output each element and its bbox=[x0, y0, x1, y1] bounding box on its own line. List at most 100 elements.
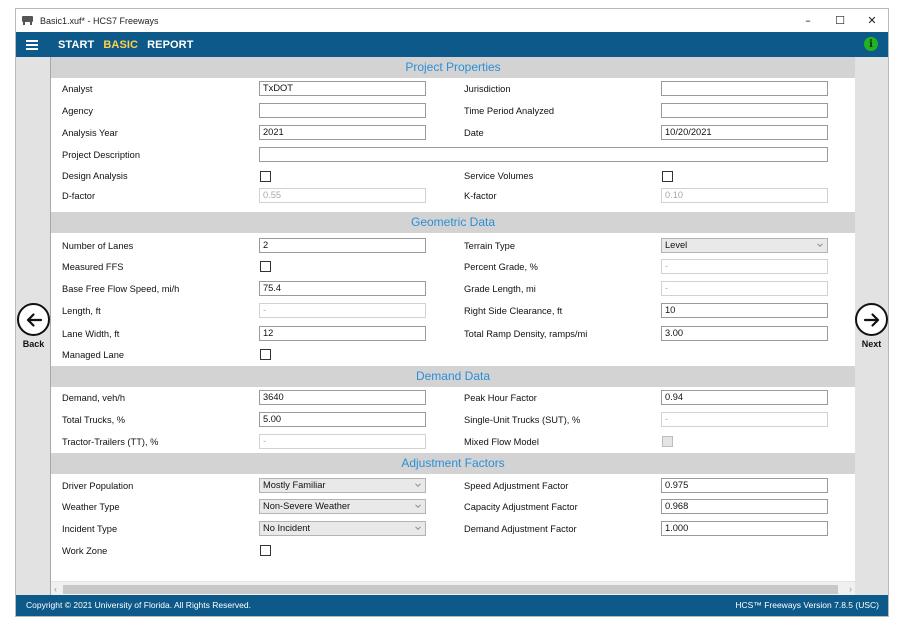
status-bar: Copyright © 2021 University of Florida. … bbox=[16, 595, 888, 616]
time-period-input[interactable] bbox=[661, 103, 828, 118]
weather-type-select[interactable]: Non-Severe Weather bbox=[259, 499, 426, 514]
grade-length-label: Grade Length, mi bbox=[464, 284, 536, 294]
number-of-lanes-input[interactable]: 2 bbox=[259, 238, 426, 253]
speed-adj-input[interactable]: 0.975 bbox=[661, 478, 828, 493]
managed-lane-checkbox[interactable] bbox=[260, 349, 271, 360]
project-description-input[interactable] bbox=[259, 147, 828, 162]
section-geometric-data: Geometric Data bbox=[51, 212, 855, 233]
total-trucks-input[interactable]: 5.00 bbox=[259, 412, 426, 427]
info-icon[interactable]: i bbox=[864, 37, 878, 51]
right-side-clearance-input[interactable]: 10 bbox=[661, 303, 828, 318]
sut-label: Single-Unit Trucks (SUT), % bbox=[464, 415, 581, 425]
base-ffs-label: Base Free Flow Speed, mi/h bbox=[62, 284, 180, 294]
agency-label: Agency bbox=[62, 106, 94, 116]
section-adjustment-factors: Adjustment Factors bbox=[51, 453, 855, 474]
analysis-year-label: Analysis Year bbox=[62, 128, 118, 138]
base-ffs-input[interactable]: 75.4 bbox=[259, 281, 426, 296]
sut-input[interactable]: - bbox=[661, 412, 828, 427]
menu-bar: START BASIC REPORT i bbox=[16, 32, 888, 57]
demand-label: Demand, veh/h bbox=[62, 393, 126, 403]
jurisdiction-label: Jurisdiction bbox=[464, 84, 511, 94]
lane-width-input[interactable]: 12 bbox=[259, 326, 426, 341]
section-project-properties: Project Properties bbox=[51, 57, 855, 78]
k-factor-input[interactable]: 0.10 bbox=[661, 188, 828, 203]
menu-item-basic[interactable]: BASIC bbox=[103, 39, 138, 51]
service-volumes-label: Service Volumes bbox=[464, 171, 534, 181]
back-button[interactable] bbox=[17, 303, 50, 336]
driver-population-label: Driver Population bbox=[62, 481, 134, 491]
terrain-type-select[interactable]: Level bbox=[661, 238, 828, 253]
next-arrow-icon bbox=[863, 312, 879, 327]
maximize-button[interactable]: ☐ bbox=[824, 9, 856, 32]
menu-item-report[interactable]: REPORT bbox=[147, 39, 193, 51]
agency-input[interactable] bbox=[259, 103, 426, 118]
length-label: Length, ft bbox=[62, 306, 101, 316]
driver-population-select[interactable]: Mostly Familiar bbox=[259, 478, 426, 493]
demand-adj-input[interactable]: 1.000 bbox=[661, 521, 828, 536]
project-description-label: Project Description bbox=[62, 150, 141, 160]
menu-item-start[interactable]: START bbox=[58, 39, 94, 51]
scroll-left-icon[interactable]: ‹ bbox=[54, 584, 57, 594]
window-controls: – ☐ ✕ bbox=[792, 9, 888, 32]
close-button[interactable]: ✕ bbox=[856, 9, 888, 32]
demand-input[interactable]: 3640 bbox=[259, 390, 426, 405]
incident-type-select[interactable]: No Incident bbox=[259, 521, 426, 536]
total-ramp-density-input[interactable]: 3.00 bbox=[661, 326, 828, 341]
next-button[interactable] bbox=[855, 303, 888, 336]
design-analysis-label: Design Analysis bbox=[62, 171, 128, 181]
next-label: Next bbox=[861, 339, 882, 349]
title-bar: Basic1.xuf* - HCS7 Freeways – ☐ ✕ bbox=[16, 9, 888, 32]
chevron-down-icon bbox=[415, 526, 421, 531]
work-zone-label: Work Zone bbox=[62, 546, 108, 556]
total-trucks-label: Total Trucks, % bbox=[62, 415, 126, 425]
section-demand-data: Demand Data bbox=[51, 366, 855, 387]
d-factor-label: D-factor bbox=[62, 191, 96, 201]
demand-adj-label: Demand Adjustment Factor bbox=[464, 524, 577, 534]
k-factor-label: K-factor bbox=[464, 191, 497, 201]
app-icon bbox=[22, 16, 33, 25]
chevron-down-icon bbox=[817, 243, 823, 248]
percent-grade-label: Percent Grade, % bbox=[464, 262, 538, 272]
weather-type-value: Non-Severe Weather bbox=[263, 501, 351, 511]
window-title: Basic1.xuf* - HCS7 Freeways bbox=[40, 15, 159, 26]
analysis-year-input[interactable]: 2021 bbox=[259, 125, 426, 140]
date-input[interactable]: 10/20/2021 bbox=[661, 125, 828, 140]
design-analysis-checkbox[interactable] bbox=[260, 171, 271, 182]
weather-type-label: Weather Type bbox=[62, 502, 120, 512]
service-volumes-checkbox[interactable] bbox=[662, 171, 673, 182]
analyst-input[interactable]: TxDOT bbox=[259, 81, 426, 96]
jurisdiction-input[interactable] bbox=[661, 81, 828, 96]
chevron-down-icon bbox=[415, 483, 421, 488]
scroll-right-icon[interactable]: › bbox=[849, 584, 852, 594]
percent-grade-input[interactable]: - bbox=[661, 259, 828, 274]
analyst-label: Analyst bbox=[62, 84, 93, 94]
next-panel: Next bbox=[853, 57, 888, 597]
measured-ffs-label: Measured FFS bbox=[62, 262, 124, 272]
lane-width-label: Lane Width, ft bbox=[62, 329, 120, 339]
mixed-flow-model-checkbox[interactable] bbox=[662, 436, 673, 447]
peak-hour-factor-input[interactable]: 0.94 bbox=[661, 390, 828, 405]
work-zone-checkbox[interactable] bbox=[260, 545, 271, 556]
measured-ffs-checkbox[interactable] bbox=[260, 261, 271, 272]
hamburger-icon[interactable] bbox=[26, 39, 38, 50]
capacity-adj-label: Capacity Adjustment Factor bbox=[464, 502, 578, 512]
length-input[interactable]: - bbox=[259, 303, 426, 318]
grade-length-input[interactable]: - bbox=[661, 281, 828, 296]
back-label: Back bbox=[22, 339, 45, 349]
minimize-button[interactable]: – bbox=[792, 9, 824, 32]
time-period-label: Time Period Analyzed bbox=[464, 106, 555, 116]
tractor-trailers-label: Tractor-Trailers (TT), % bbox=[62, 437, 159, 447]
version-text: HCS™ Freeways Version 7.8.5 (USC) bbox=[735, 600, 879, 610]
speed-adj-label: Speed Adjustment Factor bbox=[464, 481, 569, 491]
terrain-type-label: Terrain Type bbox=[464, 241, 515, 251]
d-factor-input[interactable]: 0.55 bbox=[259, 188, 426, 203]
right-side-clearance-label: Right Side Clearance, ft bbox=[464, 306, 563, 316]
app-window: Basic1.xuf* - HCS7 Freeways – ☐ ✕ START … bbox=[15, 8, 889, 617]
tractor-trailers-input[interactable]: - bbox=[259, 434, 426, 449]
scrollbar-thumb[interactable] bbox=[63, 585, 838, 594]
back-arrow-icon bbox=[26, 312, 42, 327]
back-panel: Back bbox=[16, 57, 51, 597]
capacity-adj-input[interactable]: 0.968 bbox=[661, 499, 828, 514]
number-of-lanes-label: Number of Lanes bbox=[62, 241, 134, 251]
peak-hour-factor-label: Peak Hour Factor bbox=[464, 393, 537, 403]
